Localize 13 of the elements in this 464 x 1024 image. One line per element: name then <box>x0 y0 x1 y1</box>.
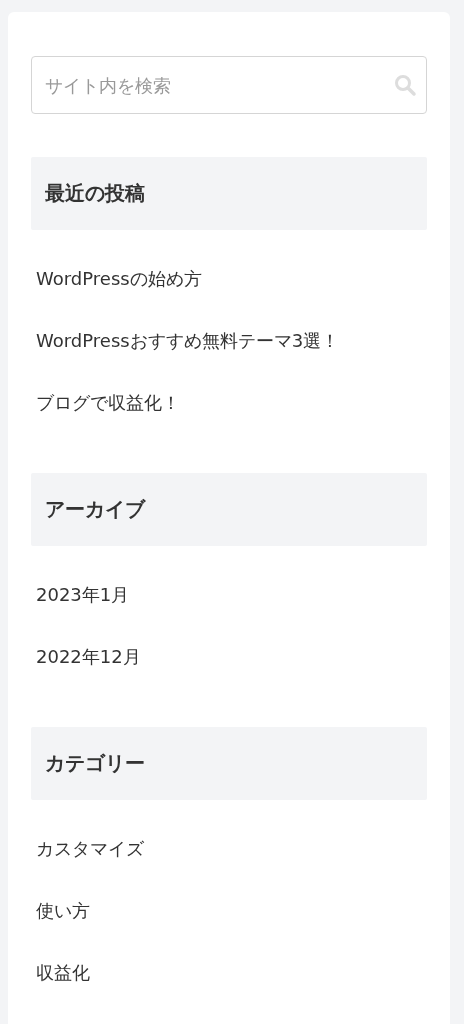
widget-title: アーカイブ <box>31 473 427 546</box>
widget-title: カテゴリー <box>31 727 427 800</box>
widget-link[interactable]: 2022年12月 <box>31 645 141 669</box>
widget-link[interactable]: WordPressおすすめ無料テーマ3選！ <box>31 329 340 353</box>
search-field[interactable]: サイト内を検索 <box>31 56 427 114</box>
search-icon[interactable] <box>393 73 417 97</box>
widget-link[interactable]: 収益化 <box>31 961 90 985</box>
widget-link[interactable]: 使い方 <box>31 899 90 923</box>
widget-link[interactable]: ブログで収益化！ <box>31 391 180 415</box>
widget-title: 最近の投稿 <box>31 157 427 230</box>
widget-link[interactable]: WordPressの始め方 <box>31 267 202 291</box>
widget-link[interactable]: カスタマイズ <box>31 837 144 861</box>
widget-link[interactable]: 2023年1月 <box>31 583 130 607</box>
